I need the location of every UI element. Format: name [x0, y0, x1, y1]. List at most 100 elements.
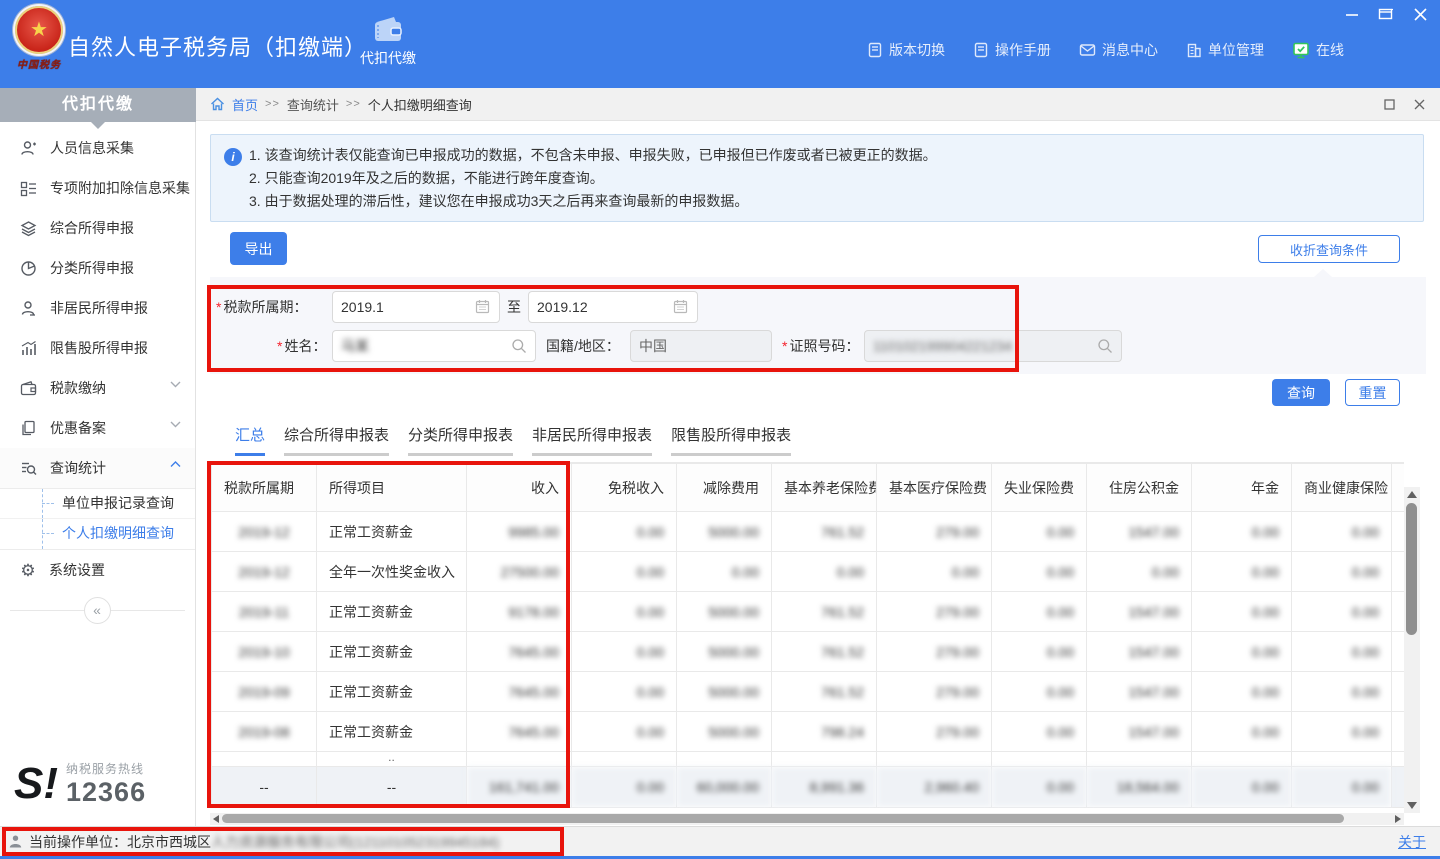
status-unit-label: 当前操作单位： [29, 832, 127, 852]
column-header: 税款所属期 [212, 464, 317, 512]
period-to-field[interactable] [528, 291, 698, 323]
tab-summary[interactable]: 汇总 [235, 424, 265, 456]
tab-comprehensive-income-form[interactable]: 综合所得申报表 [284, 424, 389, 456]
nav-tab-withholding[interactable]: 代扣代缴 [344, 12, 432, 82]
table-row[interactable]: 2019-08正常工资薪金7645.000.005000.00798.24279… [212, 712, 1405, 752]
table-cell: 5000.00 [677, 592, 772, 632]
table-cell: 正常工资薪金 [317, 512, 467, 552]
breadcrumb-home[interactable]: 首页 [232, 95, 258, 114]
table-cell: 0.00 [572, 632, 677, 672]
reset-button[interactable]: 重置 [1345, 379, 1400, 406]
table-row[interactable]: 2019-11正常工资薪金9178.000.005000.00761.52279… [212, 592, 1405, 632]
menu-manual[interactable]: 操作手册 [973, 40, 1051, 60]
period-from-input[interactable] [341, 299, 471, 315]
tab-restricted-shares-form[interactable]: 限售股所得申报表 [671, 424, 791, 456]
sidebar-subitem-unit-declare-records[interactable]: 单位申报记录查询 [0, 489, 195, 519]
horizontal-scrollbar [210, 813, 1404, 825]
menu-unit-label: 单位管理 [1208, 40, 1264, 60]
table-cell [572, 752, 677, 767]
menu-version-switch[interactable]: 版本切换 [867, 40, 945, 60]
tab-nonresident-income-form[interactable]: 非居民所得申报表 [532, 424, 652, 456]
table-cell: 5000.00 [677, 632, 772, 672]
table-cell [772, 752, 877, 767]
query-button[interactable]: 查询 [1272, 379, 1330, 406]
sidebar-item-special-deduction[interactable]: 专项附加扣除信息采集 [0, 168, 195, 208]
table-row[interactable]: 2019-12全年一次性奖金收入27500.000.000.000.000.00… [212, 552, 1405, 592]
sidebar-item-tax-payment[interactable]: 税款缴纳 [0, 368, 195, 408]
scroll-right-arrow[interactable] [1395, 815, 1401, 823]
table-cell: 正常工资薪金 [317, 712, 467, 752]
vertical-scrollbar-thumb[interactable] [1406, 503, 1417, 635]
column-header: 基本养老保险费 [772, 464, 877, 512]
breadcrumb-separator: >> [265, 98, 280, 110]
table-cell: 0.00 [1192, 632, 1292, 672]
sidebar-item-restricted-shares[interactable]: 限售股所得申报 [0, 328, 195, 368]
table-cell: 0.00 [992, 712, 1087, 752]
total-cell [1392, 767, 1405, 808]
sidebar-subitem-personal-withholding-detail[interactable]: 个人扣缴明细查询 [0, 519, 195, 549]
period-to-input[interactable] [537, 299, 669, 315]
table-cell [1392, 552, 1405, 592]
tab-classified-income-form[interactable]: 分类所得申报表 [408, 424, 513, 456]
name-field[interactable]: 马某 [332, 330, 536, 362]
total-cell: 0.00 [992, 767, 1087, 808]
search-icon[interactable] [511, 338, 527, 354]
scroll-left-arrow[interactable] [213, 815, 219, 823]
scroll-up-arrow[interactable] [1407, 491, 1417, 498]
nationality-label: 国籍/地区： [546, 330, 620, 362]
pane-close-button[interactable] [1412, 97, 1426, 111]
hotline-label: 纳税服务热线 [66, 760, 146, 777]
menu-unit-management[interactable]: 单位管理 [1186, 40, 1264, 60]
horizontal-scrollbar-thumb[interactable] [222, 814, 1344, 823]
person-icon [8, 834, 23, 849]
table-row[interactable]: 2019-12正常工资薪金9985.000.005000.00761.52279… [212, 512, 1405, 552]
sidebar-item-comprehensive-income[interactable]: 综合所得申报 [0, 208, 195, 248]
sidebar-menu: 人员信息采集 专项附加扣除信息采集 综合所得申报 分类所得申报 非居民所得申报 [0, 128, 195, 590]
table-cell: 1547.00 [1087, 712, 1192, 752]
table-row[interactable]: 2019-10正常工资薪金7645.000.005000.00761.52279… [212, 632, 1405, 672]
status-unit-name-blurred: 人力资源服务有限公司(121101052319945184) [211, 832, 499, 852]
sidebar-item-classified-income[interactable]: 分类所得申报 [0, 248, 195, 288]
breadcrumb-level1: 查询统计 [287, 95, 339, 114]
table-cell: 7645.00 [467, 672, 572, 712]
window-close-button[interactable] [1412, 6, 1428, 22]
menu-manual-label: 操作手册 [995, 40, 1051, 60]
menu-message-center[interactable]: 消息中心 [1079, 40, 1158, 60]
about-link[interactable]: 关于 [1398, 832, 1426, 852]
status-bar: 当前操作单位： 北京市西城区 人力资源服务有限公司(12110105231994… [0, 826, 1440, 856]
table-cell: 0.00 [572, 512, 677, 552]
window-restore-button[interactable] [1378, 6, 1394, 22]
table-cell: 0.00 [1192, 512, 1292, 552]
sidebar-item-label: 人员信息采集 [50, 138, 134, 158]
table-cell: 27500.00 [467, 552, 572, 592]
collapse-filter-button[interactable]: 收折查询条件 [1258, 235, 1400, 263]
table-cell: 0.00 [1292, 512, 1392, 552]
sidebar-item-system-settings[interactable]: ⚙ 系统设置 [0, 550, 195, 590]
table-cell [1392, 592, 1405, 632]
sidebar-item-preferential-filing[interactable]: 优惠备案 [0, 408, 195, 448]
column-header: 住房公积金 [1087, 464, 1192, 512]
envelope-icon [1079, 42, 1096, 58]
sidebar-item-nonresident-income[interactable]: 非居民所得申报 [0, 288, 195, 328]
period-from-field[interactable] [332, 291, 500, 323]
sidebar-collapse-button[interactable]: « [84, 597, 111, 624]
total-cell: -- [212, 767, 317, 808]
search-icon[interactable] [1097, 338, 1113, 354]
table-row[interactable]: 2019-09正常工资薪金7645.000.005000.00761.52279… [212, 672, 1405, 712]
sidebar-item-personnel-info[interactable]: 人员信息采集 [0, 128, 195, 168]
menu-online-status[interactable]: 在线 [1292, 40, 1344, 60]
sidebar-item-query-statistics[interactable]: 查询统计 [0, 448, 195, 488]
notice-line-2: 2. 只能查询2019年及之后的数据，不能进行跨年度查询。 [249, 167, 1409, 190]
table-cell: 0.00 [992, 552, 1087, 592]
window-minimize-button[interactable] [1344, 6, 1360, 22]
table-cell: 2019-09 [212, 672, 317, 712]
table-cell: 2019-12 [212, 512, 317, 552]
table-cell: 2019-11 [212, 592, 317, 632]
table-cell: .. [317, 752, 467, 767]
export-button[interactable]: 导出 [230, 232, 287, 265]
notice-line-3: 3. 由于数据处理的滞后性，建议您在申报成功3天之后再来查询最新的申报数据。 [249, 190, 1409, 213]
online-monitor-icon [1292, 42, 1310, 59]
scroll-down-arrow[interactable] [1407, 802, 1417, 809]
pane-maximize-button[interactable] [1382, 97, 1396, 111]
table-cell: 0.00 [992, 512, 1087, 552]
